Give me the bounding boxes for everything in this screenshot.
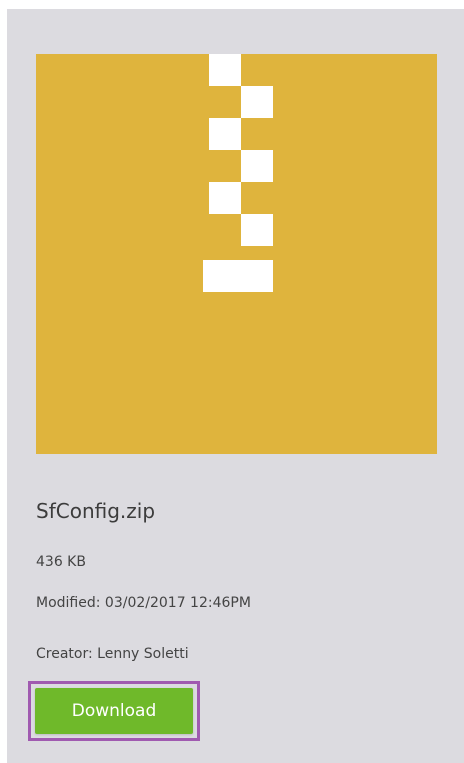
file-name: SfConfig.zip <box>36 499 156 523</box>
creator-name: Creator: Lenny Soletti <box>36 646 189 662</box>
file-details-panel: SfConfig.zip 436 KB Modified: 03/02/2017… <box>7 9 464 763</box>
download-button[interactable]: Download <box>35 688 193 734</box>
zip-archive-icon <box>36 54 437 454</box>
file-size: 436 KB <box>36 554 86 570</box>
modified-date: Modified: 03/02/2017 12:46PM <box>36 595 251 611</box>
